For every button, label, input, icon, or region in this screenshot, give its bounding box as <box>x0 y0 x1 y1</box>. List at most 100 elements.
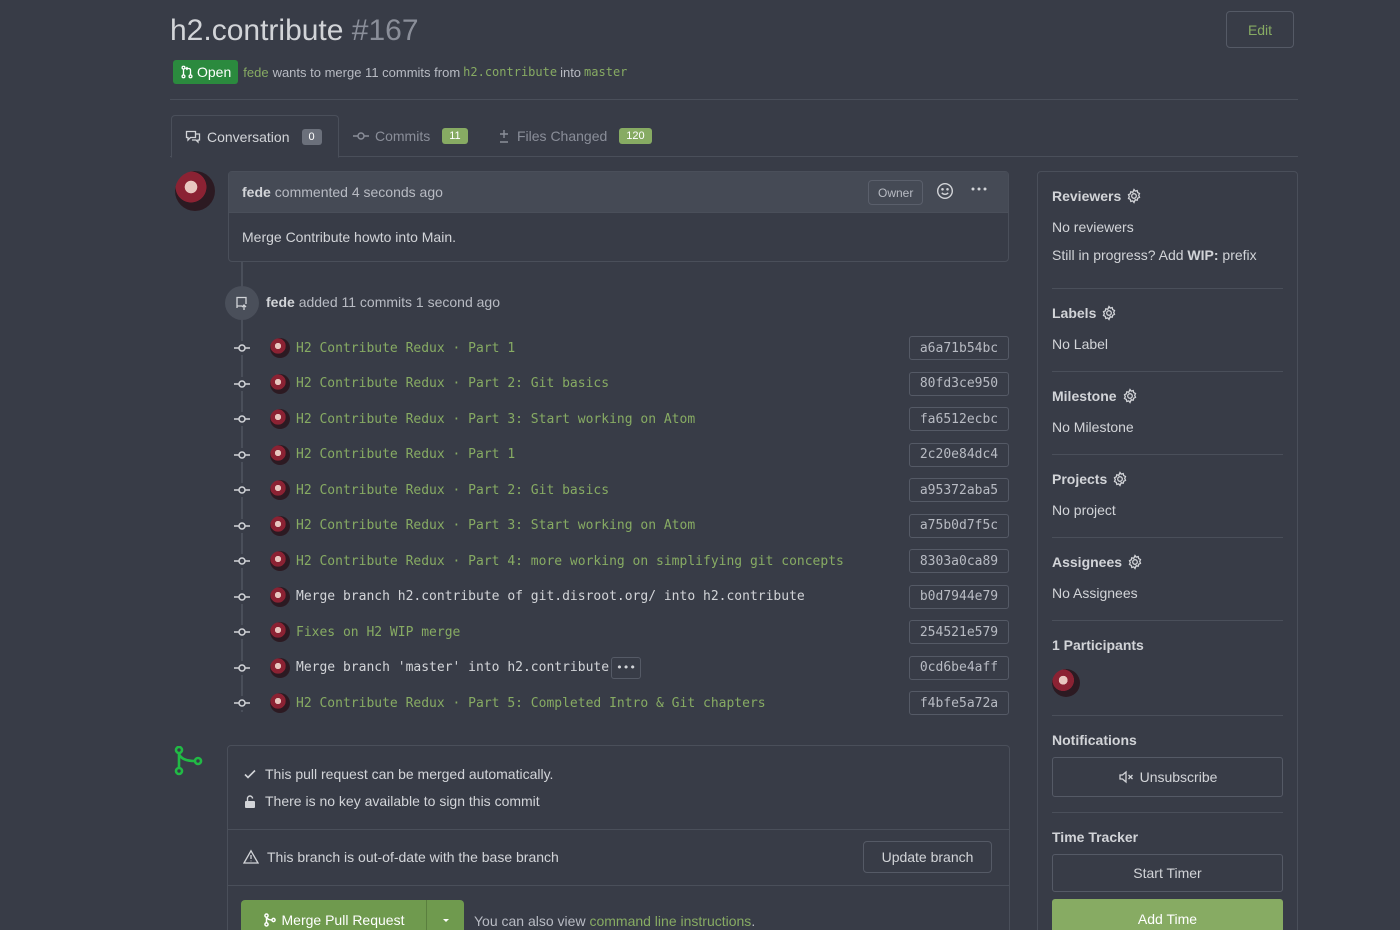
commit-icon <box>232 412 252 426</box>
wip-prefix: Still in progress? Add <box>1052 247 1184 263</box>
edit-button[interactable]: Edit <box>1226 11 1294 48</box>
commit-message[interactable]: H2 Contribute Redux · Part 4: more worki… <box>296 554 844 569</box>
cli-prefix: You can also view <box>474 913 586 929</box>
avatar[interactable] <box>175 171 215 211</box>
labels-header[interactable]: Labels <box>1052 305 1283 321</box>
author-link[interactable]: fede <box>243 65 268 80</box>
commit-message[interactable]: H2 Contribute Redux · Part 2: Git basics <box>296 483 609 498</box>
commit-author-avatar[interactable] <box>270 480 290 500</box>
commit-sha-link[interactable]: 80fd3ce950 <box>909 371 1009 396</box>
commit-author-avatar[interactable] <box>270 586 290 607</box>
merge-pull-request-button-group: Merge Pull Request <box>241 900 464 930</box>
pr-tabs: Conversation 0 Commits 11 Files Changed … <box>170 115 1298 158</box>
merge-style-dropdown[interactable] <box>427 900 464 930</box>
sidebar-divider <box>1052 620 1283 621</box>
push-event-text: fede added 11 commits 1 second ago <box>266 294 500 310</box>
sidebar-divider <box>1052 812 1283 813</box>
commit-sha-link[interactable]: 254521e579 <box>909 620 1009 644</box>
milestone-header[interactable]: Milestone <box>1052 388 1283 404</box>
commit-sha-link[interactable]: 0cd6be4aff <box>909 655 1009 680</box>
comment-body: Merge Contribute howto into Main. <box>242 229 456 245</box>
participants-section: 1 Participants <box>1052 637 1283 697</box>
push-event-badge <box>225 286 259 320</box>
notifications-title: Notifications <box>1052 732 1137 748</box>
tab-conversation[interactable]: Conversation 0 <box>171 115 339 158</box>
sidebar-divider <box>1052 715 1283 716</box>
tab-commits[interactable]: Commits 11 <box>353 115 468 157</box>
out-of-date-text: This branch is out-of-date with the base… <box>267 849 559 865</box>
commit-row: H2 Contribute Redux · Part 2: Git basics… <box>232 371 1009 396</box>
commit-message[interactable]: H2 Contribute Redux · Part 1 <box>296 341 515 356</box>
commit-message[interactable]: H2 Contribute Redux · Part 3: Start work… <box>296 518 695 533</box>
mute-icon <box>1118 770 1133 784</box>
commit-author-avatar[interactable] <box>270 622 290 642</box>
sidebar-divider <box>1052 371 1283 372</box>
participant-avatar[interactable] <box>1052 669 1080 697</box>
out-of-date-line: This branch is out-of-date with the base… <box>243 849 559 865</box>
merge-text: wants to merge 11 commits from <box>272 64 461 80</box>
head-branch-link[interactable]: h2.contribute <box>463 65 557 79</box>
commit-message[interactable]: Fixes on H2 WIP merge <box>296 625 460 640</box>
commit-message[interactable]: H2 Contribute Redux · Part 3: Start work… <box>296 412 695 427</box>
commit-sha-link[interactable]: b0d7944e79 <box>909 584 1009 609</box>
projects-title: Projects <box>1052 471 1108 487</box>
comment-discussion-icon <box>185 130 201 144</box>
commit-author-avatar[interactable] <box>270 373 290 394</box>
commit-icon <box>232 696 252 710</box>
commit-author-avatar[interactable] <box>270 338 290 358</box>
no-key-line: There is no key available to sign this c… <box>243 793 540 809</box>
push-event-author[interactable]: fede <box>266 294 295 310</box>
no-key-text: There is no key available to sign this c… <box>265 793 540 809</box>
commit-message[interactable]: H2 Contribute Redux · Part 2: Git basics <box>296 376 609 391</box>
commit-sha-link[interactable]: a75b0d7f5c <box>909 513 1009 538</box>
commit-message[interactable]: H2 Contribute Redux · Part 5: Completed … <box>296 696 766 711</box>
add-time-button[interactable]: Add Time <box>1052 899 1283 930</box>
unlock-icon <box>245 795 255 808</box>
reviewers-header[interactable]: Reviewers <box>1052 188 1283 204</box>
comment-card: fede commented 4 seconds ago Owner Merge… <box>228 171 1009 262</box>
kebab-horizontal-icon <box>971 187 987 191</box>
projects-header[interactable]: Projects <box>1052 471 1283 487</box>
commit-message[interactable]: H2 Contribute Redux · Part 1 <box>296 447 515 462</box>
sidebar-divider <box>1052 454 1283 455</box>
commit-expand-button[interactable]: ••• <box>611 656 642 679</box>
unsubscribe-button[interactable]: Unsubscribe <box>1052 757 1283 797</box>
start-timer-button[interactable]: Start Timer <box>1052 854 1283 892</box>
cli-instructions-link[interactable]: command line instructions <box>589 913 751 929</box>
time-tracker-section: Time Tracker <box>1052 829 1283 845</box>
reaction-button[interactable] <box>936 182 954 203</box>
assignees-header[interactable]: Assignees <box>1052 554 1283 570</box>
commit-row: H2 Contribute Redux · Part 2: Git basics… <box>232 478 1009 502</box>
commit-sha-link[interactable]: f4bfe5a72a <box>909 691 1009 715</box>
commit-row: Merge branch 'master' into h2.contribute… <box>232 655 1009 680</box>
commit-author-avatar[interactable] <box>270 409 290 429</box>
wip-hint[interactable]: Still in progress? Add WIP: prefix <box>1052 247 1283 263</box>
commit-sha-link[interactable]: 2c20e84dc4 <box>909 442 1009 467</box>
commit-row: H2 Contribute Redux · Part 3: Start work… <box>232 513 1009 538</box>
commit-row: H2 Contribute Redux · Part 1 2c20e84dc4 <box>232 442 1009 467</box>
commit-sha-link[interactable]: 8303a0ca89 <box>909 549 1009 573</box>
time-tracker-title: Time Tracker <box>1052 829 1139 845</box>
commit-author-avatar[interactable] <box>270 515 290 536</box>
commit-author-avatar[interactable] <box>270 693 290 713</box>
merge-pull-request-button[interactable]: Merge Pull Request <box>241 900 427 930</box>
base-branch-link[interactable]: master <box>584 65 627 79</box>
status-label: Open <box>197 64 232 80</box>
commit-author-avatar[interactable] <box>270 444 290 465</box>
comment-author[interactable]: fede <box>242 184 271 200</box>
commit-author-avatar[interactable] <box>270 551 290 571</box>
caret-down-icon <box>442 919 449 922</box>
commit-icon <box>232 589 252 604</box>
tab-commits-label: Commits <box>375 128 431 144</box>
commit-row: H2 Contribute Redux · Part 1 a6a71b54bc <box>232 336 1009 360</box>
commit-sha-link[interactable]: a6a71b54bc <box>909 336 1009 360</box>
update-branch-button[interactable]: Update branch <box>863 841 992 873</box>
comment-options-button[interactable] <box>970 180 988 203</box>
commit-sha-link[interactable]: a95372aba5 <box>909 478 1009 502</box>
commit-sha-link[interactable]: fa6512ecbc <box>909 407 1009 431</box>
milestone-section: Milestone No Milestone <box>1052 388 1283 435</box>
unsubscribe-label: Unsubscribe <box>1139 769 1218 785</box>
tab-files-changed[interactable]: Files Changed 120 <box>497 115 652 157</box>
merge-pull-request-label: Merge Pull Request <box>281 912 405 928</box>
commit-author-avatar[interactable] <box>270 657 290 678</box>
